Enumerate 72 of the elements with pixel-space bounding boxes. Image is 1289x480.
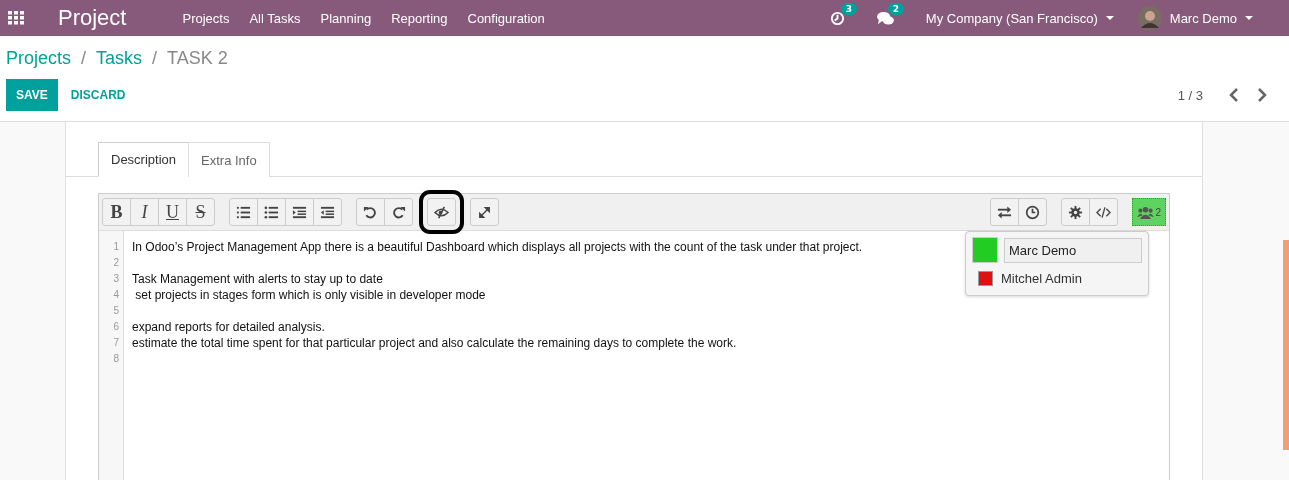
code-line: set projects in stages form which is only visible in developer mode bbox=[134, 288, 486, 302]
tab[interactable]: Description bbox=[98, 142, 190, 177]
clock-icon bbox=[1025, 204, 1041, 220]
eye-slash-icon bbox=[434, 204, 449, 220]
line-number: 1 bbox=[112, 240, 120, 254]
code-line: In Odoo’s Project Management App there is a beautiful Dashboard which displays all projects with the count of the task under that project. bbox=[132, 240, 863, 254]
caret-icon bbox=[1245, 16, 1253, 20]
format-button[interactable]: S bbox=[186, 198, 215, 226]
line-number: 3 bbox=[112, 272, 120, 286]
line-number: 5 bbox=[112, 304, 120, 318]
menu-item[interactable]: Planning bbox=[320, 10, 372, 26]
menu-item[interactable]: Projects bbox=[182, 10, 230, 26]
swap-arrows-icon bbox=[997, 204, 1013, 220]
activity-clock-icon[interactable] bbox=[829, 10, 845, 26]
discard-button[interactable]: DISCARD bbox=[57, 79, 139, 111]
user-avatar bbox=[1137, 6, 1162, 30]
format-button[interactable]: B bbox=[102, 198, 131, 226]
line-number: 6 bbox=[112, 320, 120, 334]
toolbar-button[interactable] bbox=[990, 198, 1020, 226]
previous-icon[interactable] bbox=[1229, 88, 1239, 102]
redo-icon bbox=[391, 204, 406, 220]
format-button[interactable]: I bbox=[130, 198, 159, 226]
menu-item[interactable]: All Tasks bbox=[249, 10, 301, 26]
activity-count-badge: 3 bbox=[840, 2, 858, 15]
users-icon bbox=[1137, 205, 1155, 219]
expand-icon bbox=[477, 204, 492, 220]
toolbar-button[interactable] bbox=[1061, 198, 1091, 226]
toolbar-button[interactable] bbox=[470, 198, 499, 226]
collaborators-button[interactable]: 2 bbox=[1132, 198, 1166, 226]
tab[interactable]: Extra Info bbox=[188, 142, 270, 177]
user-name: Mitchel Admin bbox=[1001, 271, 1082, 286]
toolbar-button[interactable] bbox=[356, 198, 385, 226]
toolbar-button[interactable] bbox=[313, 198, 342, 226]
outdent-icon bbox=[320, 204, 335, 220]
toolbar-button[interactable] bbox=[384, 198, 413, 226]
breadcrumb-separator: / bbox=[152, 48, 158, 69]
message-count-badge: 2 bbox=[887, 2, 905, 15]
toolbar-button[interactable] bbox=[257, 198, 286, 226]
line-number: 8 bbox=[112, 352, 120, 366]
app-title: Project bbox=[58, 5, 127, 31]
breadcrumb-link[interactable]: Projects bbox=[6, 48, 72, 69]
code-icon bbox=[1096, 204, 1112, 220]
breadcrumb-link[interactable]: Tasks bbox=[96, 48, 143, 69]
apps-grid-icon[interactable] bbox=[8, 11, 24, 25]
caret-icon bbox=[1105, 16, 1114, 20]
ordered-list-icon bbox=[236, 204, 251, 220]
line-number: 7 bbox=[112, 336, 120, 350]
breadcrumb-separator: / bbox=[81, 48, 87, 69]
settings-icon bbox=[1068, 204, 1084, 220]
code-line: estimate the total time spent for that particular project and also calculate the remaining days to complete the work. bbox=[132, 336, 737, 350]
user-name-field[interactable]: Marc Demo bbox=[1004, 237, 1142, 263]
menu-item[interactable]: Configuration bbox=[467, 10, 545, 26]
company-switcher[interactable]: My Company (San Francisco) bbox=[925, 10, 1114, 26]
toolbar-button[interactable] bbox=[1018, 198, 1048, 226]
menu-item[interactable]: Reporting bbox=[391, 10, 448, 26]
code-line: Task Management with alerts to stay up to date bbox=[132, 272, 383, 286]
format-button[interactable]: U bbox=[158, 198, 187, 226]
indent-icon bbox=[292, 204, 307, 220]
toolbar-button[interactable] bbox=[229, 198, 258, 226]
toolbar-button[interactable] bbox=[285, 198, 314, 226]
chat-bubbles-icon[interactable] bbox=[876, 10, 894, 26]
bullet-list-icon bbox=[264, 204, 279, 220]
line-number: 4 bbox=[112, 288, 120, 302]
save-button[interactable]: SAVE bbox=[6, 79, 58, 111]
pager-counter: 1 / 3 bbox=[1177, 87, 1203, 103]
breadcrumb-current: TASK 2 bbox=[167, 48, 228, 69]
user-menu[interactable]: Marc Demo bbox=[1169, 10, 1253, 26]
line-number: 2 bbox=[112, 256, 120, 270]
code-line: expand reports for detailed analysis. bbox=[132, 320, 325, 334]
toolbar-button[interactable] bbox=[1089, 198, 1119, 226]
next-icon[interactable] bbox=[1257, 88, 1267, 102]
undo-icon bbox=[363, 204, 378, 220]
